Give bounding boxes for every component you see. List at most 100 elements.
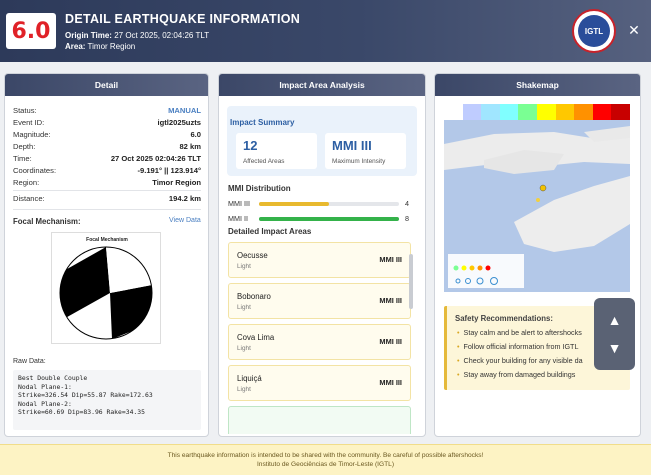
dist-count: 8 — [405, 214, 409, 223]
field-label: Status: — [13, 106, 37, 115]
field-region: Region: Timor Region — [13, 178, 201, 187]
bullet-icon: • — [457, 356, 460, 365]
max-intensity-value: MMI III — [332, 138, 372, 153]
field-distance: Distance: 194.2 km — [13, 194, 201, 203]
status-badge: MANUAL — [168, 106, 201, 115]
affected-areas-card: 12 Affected Areas — [236, 133, 317, 169]
impact-panel-title: Impact Area Analysis — [219, 74, 425, 96]
field-label: Event ID: — [13, 118, 45, 127]
safety-text: Stay calm and be alert to aftershocks — [463, 328, 582, 337]
shakemap-panel: Shakemap Safety Recommendations: • Stay c… — [434, 73, 641, 437]
field-status: Status: MANUAL — [13, 106, 201, 115]
dist-fill — [259, 217, 399, 221]
field-value: 27 Oct 2025 02:04:26 TLT — [110, 154, 201, 163]
field-label: Distance: — [13, 194, 45, 203]
field-label: Coordinates: — [13, 166, 57, 175]
area-intensity: Light — [237, 304, 251, 311]
area-card-bobonaro[interactable]: Bobonaro Light MMI III — [228, 283, 411, 319]
area-name: Oecusse — [237, 251, 268, 260]
area-card-liquica[interactable]: Liquiçá Light MMI III — [228, 365, 411, 401]
area-name: Liquiçá — [237, 374, 262, 383]
scroll-nav: ▲ ▼ — [594, 298, 635, 370]
origin-time-value: 27 Oct 2025, 02:04:26 TLT — [114, 31, 210, 40]
close-icon: ✕ — [628, 22, 640, 38]
area-card-partial[interactable] — [228, 406, 411, 434]
dist-track — [259, 202, 399, 206]
field-value: -9.191° || 123.914° — [137, 166, 201, 175]
header-bar: 6.0 DETAIL EARTHQUAKE INFORMATION Origin… — [0, 0, 651, 62]
beachball-plot: Focal Mechanism — [51, 232, 161, 344]
detail-panel-title: Detail — [5, 74, 208, 96]
safety-item: • Check your building for any visible da — [457, 356, 583, 365]
field-label: Region: — [13, 178, 40, 187]
detail-panel: Detail Status: MANUAL Event ID: igtl2025uz… — [4, 73, 209, 437]
dist-fill — [259, 202, 329, 206]
area-card-oecusse[interactable]: Oecusse Light MMI III — [228, 242, 411, 278]
origin-time-label: Origin Time: — [65, 31, 112, 40]
safety-title: Safety Recommendations: — [455, 314, 553, 323]
footer-line-1: This earthquake information is intended … — [167, 452, 484, 459]
beachball-icon — [59, 246, 153, 340]
area-mmi: MMI III — [379, 378, 402, 387]
area-intensity: Light — [237, 345, 251, 352]
footer-line-2: Instituto de Geociências de Timor-Leste … — [256, 461, 395, 468]
field-label: Depth: — [13, 142, 36, 151]
mmi-distribution-title: MMI Distribution — [228, 184, 291, 193]
igtl-logo: IGTL — [572, 9, 616, 53]
area-label: Area: — [65, 42, 86, 51]
page-title: DETAIL EARTHQUAKE INFORMATION — [65, 12, 301, 26]
logo-text: IGTL — [578, 15, 610, 47]
area-name: Cova Lima — [237, 333, 275, 342]
dist-track — [259, 217, 399, 221]
impact-panel: Impact Area Analysis Impact Summary 12 A… — [218, 73, 426, 437]
field-value: Timor Region — [152, 178, 201, 187]
field-time: Time: 27 Oct 2025 02:04:26 TLT — [13, 154, 201, 163]
dist-name: MMI II — [228, 214, 248, 223]
focal-mechanism-label: Focal Mechanism: — [13, 217, 81, 226]
area-mmi: MMI III — [379, 337, 402, 346]
safety-item: • Stay away from damaged buildings — [457, 370, 575, 379]
close-button[interactable]: ✕ — [626, 22, 642, 38]
area-intensity: Light — [237, 263, 251, 270]
field-depth: Depth: 82 km — [13, 142, 201, 151]
footer-notice: This earthquake information is intended … — [0, 444, 651, 475]
bullet-icon: • — [457, 342, 460, 351]
safety-text: Follow official information from IGTL — [463, 342, 579, 351]
max-intensity-label: Maximum Intensity — [332, 158, 386, 165]
field-value: 6.0 — [190, 130, 201, 139]
area-card-cova-lima[interactable]: Cova Lima Light MMI III — [228, 324, 411, 360]
field-label: Magnitude: — [13, 130, 51, 139]
field-value: 194.2 km — [168, 194, 201, 203]
field-coordinates: Coordinates: -9.191° || 123.914° — [13, 166, 201, 175]
dist-row-mmi-iii: MMI III 4 — [228, 199, 410, 209]
raw-data-text: Best Double Couple Nodal Plane-1: Strike… — [13, 370, 201, 430]
view-data-link[interactable]: View Data — [169, 217, 201, 224]
scroll-down-button[interactable]: ▼ — [594, 334, 635, 362]
shakemap-image[interactable] — [444, 104, 630, 292]
detailed-areas-title: Detailed Impact Areas — [228, 227, 312, 236]
dist-count: 4 — [405, 199, 409, 208]
magnitude-badge: 6.0 — [6, 13, 56, 49]
scroll-up-button[interactable]: ▲ — [594, 306, 635, 334]
area-mmi: MMI III — [379, 296, 402, 305]
field-value: igtl2025uzts — [157, 118, 201, 127]
dist-name: MMI III — [228, 199, 250, 208]
area-value: Timor Region — [87, 42, 136, 51]
safety-text: Check your building for any visible da — [463, 356, 583, 365]
chevron-down-icon: ▼ — [607, 340, 622, 356]
bullet-icon: • — [457, 370, 460, 379]
field-magnitude: Magnitude: 6.0 — [13, 130, 201, 139]
impact-summary-title: Impact Summary — [230, 118, 295, 127]
max-intensity-card: MMI III Maximum Intensity — [325, 133, 406, 169]
field-label: Time: — [13, 154, 32, 163]
divider — [13, 190, 201, 191]
area-intensity: Light — [237, 386, 251, 393]
field-event-id: Event ID: igtl2025uzts — [13, 118, 201, 127]
safety-text: Stay away from damaged buildings — [463, 370, 576, 379]
area-mmi: MMI III — [379, 255, 402, 264]
area-list[interactable]: Oecusse Light MMI III Bobonaro Light MMI… — [228, 240, 411, 434]
area-list-scrollbar[interactable] — [409, 254, 413, 309]
shakemap-panel-title: Shakemap — [435, 74, 640, 96]
map-land-icon — [444, 120, 630, 292]
area-name: Bobonaro — [237, 292, 271, 301]
